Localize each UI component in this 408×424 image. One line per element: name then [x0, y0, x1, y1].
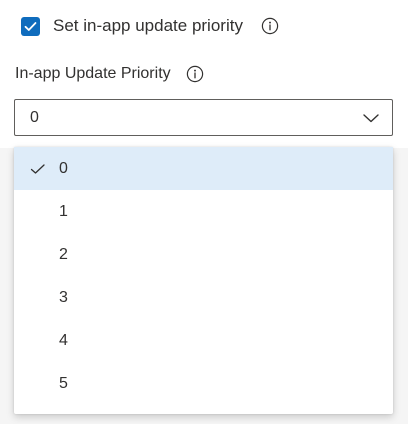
menu-item-2[interactable]: 2 — [14, 233, 393, 276]
menu-item-label: 0 — [59, 159, 68, 177]
set-priority-checkbox[interactable] — [21, 16, 40, 36]
menu-item-4[interactable]: 4 — [14, 319, 393, 362]
in-app-priority-checkbox-row: Set in-app update priority — [21, 15, 279, 37]
info-icon[interactable] — [186, 65, 204, 83]
priority-dropdown[interactable]: 0 — [14, 99, 393, 136]
checkmark-icon — [24, 21, 37, 31]
priority-field-label-row: In-app Update Priority — [15, 63, 204, 85]
menu-item-label: 4 — [59, 331, 68, 349]
menu-item-1[interactable]: 1 — [14, 190, 393, 233]
menu-item-0[interactable]: 0 — [14, 147, 393, 190]
menu-item-label: 5 — [59, 374, 68, 392]
set-priority-label[interactable]: Set in-app update priority — [53, 16, 243, 36]
dropdown-selected-value: 0 — [30, 108, 39, 126]
chevron-down-icon — [362, 112, 380, 124]
priority-dropdown-menu: 0 1 2 3 4 5 — [14, 147, 393, 414]
menu-item-3[interactable]: 3 — [14, 276, 393, 319]
menu-item-5[interactable]: 5 — [14, 362, 393, 405]
checkmark-icon — [30, 162, 46, 176]
menu-item-label: 3 — [59, 288, 68, 306]
priority-field-label: In-app Update Priority — [15, 65, 171, 82]
info-icon[interactable] — [261, 17, 279, 35]
menu-item-label: 1 — [59, 202, 68, 220]
settings-panel: Set in-app update priority In-app Update… — [0, 0, 408, 148]
menu-item-label: 2 — [59, 245, 68, 263]
